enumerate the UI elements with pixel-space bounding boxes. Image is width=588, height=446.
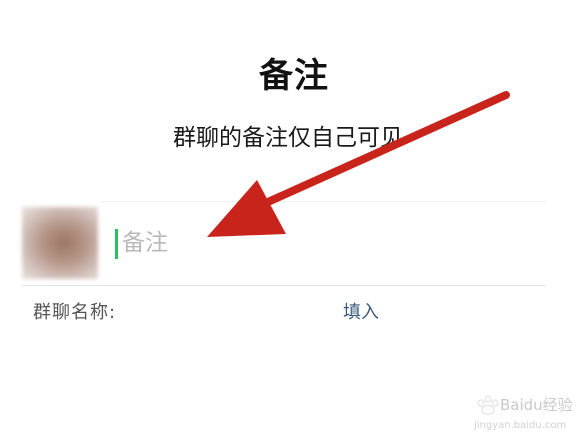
svg-text:Baidu经验: Baidu经验 xyxy=(500,396,573,414)
remark-input[interactable] xyxy=(116,219,522,267)
group-name-label: 群聊名称: xyxy=(33,302,117,323)
baidu-watermark: Baidu经验 jingyan.baidu.com xyxy=(473,395,573,431)
text-caret xyxy=(115,229,118,259)
svg-text:jingyan.baidu.com: jingyan.baidu.com xyxy=(473,420,566,431)
dialog-subtitle: 群聊的备注仅自己可见 xyxy=(173,125,403,151)
remark-field-row xyxy=(22,201,546,286)
group-avatar xyxy=(22,207,98,279)
fill-in-button[interactable]: 填入 xyxy=(343,298,379,324)
divider xyxy=(100,201,546,202)
arrow-shaft xyxy=(246,91,510,214)
dialog-title: 备注 xyxy=(259,56,329,96)
